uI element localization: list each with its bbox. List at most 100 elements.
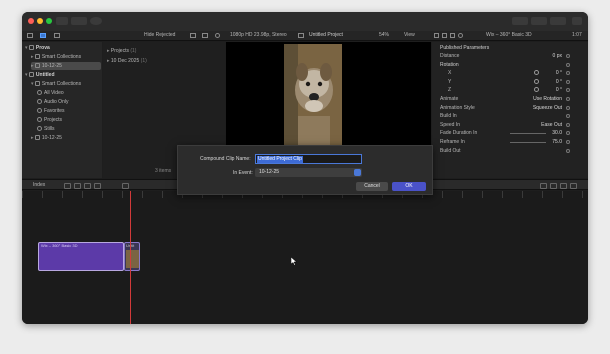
inspector-text-icon[interactable]	[450, 33, 455, 38]
index-button[interactable]: Index	[33, 182, 45, 188]
search-icon[interactable]	[215, 33, 220, 38]
playhead[interactable]	[130, 191, 131, 324]
zoom-window-button[interactable]	[46, 18, 52, 24]
library-item[interactable]: All Video	[37, 89, 101, 97]
param-value[interactable]: 0 °	[556, 86, 562, 94]
inspector-video-icon[interactable]	[434, 33, 439, 38]
audio-skimming-icon[interactable]	[550, 183, 557, 189]
background-tasks-button[interactable]	[90, 17, 102, 25]
keyframe-icon[interactable]	[566, 140, 570, 144]
inspector-param-row[interactable]: Distance 0 px	[440, 52, 570, 60]
inspector-param-row[interactable]: Animation Style Squeeze Out	[440, 104, 570, 112]
library-item[interactable]: Stills	[37, 125, 101, 133]
event-select[interactable]: 10-12-25	[255, 168, 362, 177]
cancel-button[interactable]: Cancel	[356, 182, 388, 191]
layout-inspector-toggle[interactable]	[550, 17, 566, 25]
library-item-label: All Video	[44, 90, 64, 96]
smart-collection-icon	[37, 108, 42, 114]
library-item[interactable]: ▾ Prova	[25, 44, 101, 52]
param-value[interactable]: 0 °	[556, 78, 562, 86]
browser-group-date[interactable]: ▸ 10 Dec 2025 (1)	[107, 57, 147, 65]
share-button[interactable]	[572, 17, 582, 25]
inspector-info-icon[interactable]	[458, 33, 463, 38]
library-item[interactable]: ▸ 10-12-25	[31, 134, 101, 142]
timeline-clip-untitled[interactable]: Untit	[124, 242, 140, 271]
clip-appearance-icon[interactable]	[202, 33, 208, 38]
layout-timeline-toggle[interactable]	[531, 17, 547, 25]
param-value[interactable]: Ease Out	[541, 121, 562, 129]
keyframe-icon[interactable]	[566, 62, 570, 67]
connect-icon[interactable]	[84, 183, 91, 189]
param-label: Fade Duration In	[440, 130, 478, 137]
keyframe-icon[interactable]	[566, 54, 570, 58]
minimize-window-button[interactable]	[37, 18, 43, 24]
timeline-clip[interactable]: Wix – 360° Basic 3D	[38, 242, 124, 271]
append-icon[interactable]	[64, 183, 71, 189]
keyframe-icon[interactable]	[566, 114, 570, 119]
param-value[interactable]: 0 px	[553, 52, 562, 60]
inspector-param-row[interactable]: Build Out	[440, 147, 570, 155]
snapping-icon[interactable]	[540, 183, 547, 189]
inspector-param-row[interactable]: Build In	[440, 112, 570, 120]
titles-icon[interactable]	[54, 33, 60, 38]
param-value[interactable]: Use Rotation	[533, 95, 562, 103]
param-value[interactable]: 0 °	[556, 69, 562, 77]
inspector-param-row[interactable]: Reframe In 75.0	[440, 138, 570, 146]
project-icon	[298, 33, 304, 38]
overwrite-icon[interactable]	[94, 183, 101, 189]
zoom-menu[interactable]: 54%	[379, 32, 389, 39]
keyframe-icon[interactable]	[566, 97, 570, 101]
inspector-param-row[interactable]: Fade Duration In 30.0	[440, 129, 570, 137]
close-window-button[interactable]	[28, 18, 34, 24]
library-item[interactable]: ▾ Smart Collections	[31, 80, 101, 88]
keywords-button[interactable]	[71, 17, 87, 25]
keyframe-icon[interactable]	[566, 131, 570, 136]
param-slider[interactable]	[510, 133, 546, 135]
filter-menu[interactable]: Hide Rejected	[144, 32, 175, 39]
photos-icon[interactable]	[40, 33, 46, 38]
view-menu[interactable]: View	[404, 32, 415, 39]
inspector-color-icon[interactable]	[442, 33, 447, 38]
clip-appearance-icon[interactable]	[570, 183, 577, 189]
libraries-icon[interactable]	[27, 33, 33, 38]
rotation-dial-icon[interactable]	[534, 87, 539, 93]
items-count: 3 items	[155, 168, 172, 174]
project-title: Untitled Project	[309, 32, 343, 38]
inspector-param-row[interactable]: Z 0 °	[440, 86, 570, 94]
import-button[interactable]	[56, 17, 68, 25]
ok-button[interactable]: OK	[392, 182, 426, 191]
filmstrip-icon[interactable]	[190, 33, 196, 38]
layout-browser-toggle[interactable]	[512, 17, 528, 25]
keyframe-icon[interactable]	[566, 79, 570, 84]
library-item[interactable]: Favorites	[37, 107, 101, 115]
rotation-dial-icon[interactable]	[534, 78, 539, 84]
library-item[interactable]: ▸ 10-12-25	[31, 62, 101, 70]
library-item[interactable]: ▾ Untitled	[25, 71, 101, 79]
inspector-param-row[interactable]: X 0 °	[440, 69, 570, 77]
inspector-param-row[interactable]: Y 0 °	[440, 78, 570, 86]
rotation-dial-icon[interactable]	[534, 70, 539, 76]
keyframe-icon[interactable]	[566, 71, 570, 76]
chevron-updown-icon	[354, 169, 361, 176]
browser-group-projects[interactable]: ▸ Projects (1)	[107, 47, 136, 55]
keyframe-icon[interactable]	[566, 88, 570, 93]
param-value[interactable]: 75.0	[552, 138, 562, 146]
library-item[interactable]: Projects	[37, 116, 101, 124]
param-value[interactable]: 30.0	[552, 129, 562, 137]
keyframe-icon[interactable]	[566, 105, 570, 110]
inspector-title: Wix – 360° Basic 3D	[486, 32, 532, 38]
param-slider[interactable]	[510, 142, 546, 143]
param-label: Z	[448, 87, 452, 94]
library-item[interactable]: ▸ Smart Collections	[31, 53, 101, 61]
keyframe-icon[interactable]	[566, 122, 570, 127]
solo-icon[interactable]	[560, 183, 567, 189]
inspector-param-row[interactable]: Rotation	[440, 61, 570, 69]
compound-clip-name-field[interactable]: Untitled Project Clip	[255, 154, 362, 164]
inspector-param-row[interactable]: Speed In Ease Out	[440, 121, 570, 129]
library-item[interactable]: Audio Only	[37, 98, 101, 106]
keyframe-icon[interactable]	[566, 148, 570, 153]
select-tool-icon[interactable]	[122, 183, 129, 189]
param-value[interactable]: Squeeze Out	[533, 104, 562, 112]
insert-icon[interactable]	[74, 183, 81, 189]
inspector-param-row[interactable]: Animate Use Rotation	[440, 95, 570, 103]
